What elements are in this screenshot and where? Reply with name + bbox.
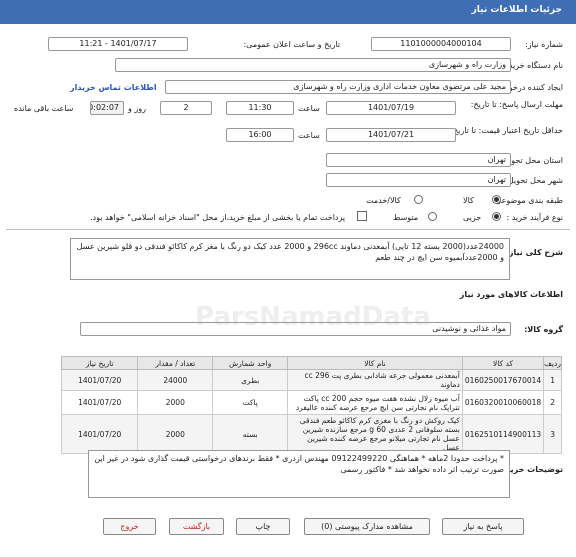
buyer-notes-box: * پرداخت حدودا 2ماهه * هماهنگی 091224992…: [88, 450, 510, 498]
deadline-date-field: 1401/07/19: [326, 101, 456, 115]
deadline-time-field: 11:30: [226, 101, 294, 115]
header-need-date: تاریخ نیاز: [60, 356, 139, 370]
item-quantity: 2000: [137, 390, 214, 415]
row-number: 3: [543, 414, 562, 454]
table-row: 2 0160320010060018 آب میوه زلال نشده هفت…: [60, 390, 562, 415]
buyer-contact-link[interactable]: اطلاعات تماس خریدار: [70, 83, 157, 92]
treasury-payment-note: پرداخت تمام یا بخشی از مبلغ خرید،از محل …: [90, 213, 346, 222]
item-name: آب میوه زلال نشده هفت میوه حجم 200 cc پا…: [287, 390, 463, 415]
announce-date-field: 1401/07/17 - 11:21: [48, 37, 188, 51]
need-number-field: 1101000004000104: [371, 37, 511, 51]
header-unit: واحد شمارش: [212, 356, 289, 370]
days-field: 2: [160, 101, 212, 115]
validity-time-field: 16:00: [226, 128, 294, 142]
page-title: جزئیات اطلاعات نیاز: [471, 5, 562, 15]
need-description-label: شرح کلی نیاز:: [505, 248, 563, 257]
table-row: 1 0160250017670014 آبمعدنی معمولی جرعه ش…: [60, 369, 562, 391]
table-header-row: ردیف کد کالا نام کالا واحد شمارش تعداد /…: [60, 356, 562, 370]
item-code: 0162510114900113: [461, 414, 545, 454]
item-name: کیک روکش دو رنگ با مغزی کرم کاکائو طعم ف…: [287, 414, 463, 454]
need-number-label: شماره نیاز:: [525, 40, 563, 49]
process-small-radio[interactable]: [492, 212, 501, 221]
item-name: آبمعدنی معمولی جرعه شادابی بطری پت 296 c…: [287, 369, 463, 391]
back-button[interactable]: بازگشت: [169, 518, 224, 535]
row-number: 2: [543, 390, 562, 415]
need-description-text: 24000عدد(2000 بسته 12 تایی) آبمعدنی دماو…: [76, 242, 504, 262]
item-quantity: 2000: [137, 414, 214, 454]
city-label: شهر محل تحویل:: [505, 176, 563, 185]
days-label: روز و: [128, 104, 146, 113]
buyer-org-field: وزارت راه و شهرسازی: [115, 58, 511, 72]
section-divider: [6, 229, 570, 230]
reply-to-need-button[interactable]: پاسخ به نیاز: [442, 518, 524, 535]
category-goods-label: کالا: [463, 196, 474, 205]
item-need-date: 1401/07/20: [60, 414, 139, 454]
announce-date-label: تاریخ و ساعت اعلان عمومی:: [243, 40, 340, 49]
goods-table: ردیف کد کالا نام کالا واحد شمارش تعداد /…: [60, 356, 562, 454]
view-attachments-button[interactable]: مشاهده مدارک پیوستی (0): [304, 518, 430, 535]
process-small-label: جزیی: [463, 213, 482, 222]
remaining-time-field: 00:02:07: [90, 101, 124, 115]
need-description-box: 24000عدد(2000 بسته 12 تایی) آبمعدنی دماو…: [70, 238, 510, 280]
category-goods-service-radio[interactable]: [414, 195, 423, 204]
category-goods-service-label: کالا/خدمت: [366, 196, 401, 205]
buyer-notes-text: * پرداخت حدودا 2ماهه * هماهنگی 091224992…: [94, 454, 504, 474]
category-label: طبقه بندی موضوعی:: [492, 196, 563, 205]
header-quantity: تعداد / مقدار: [137, 356, 214, 370]
item-code: 0160320010060018: [461, 390, 545, 415]
process-type-label: نوع فرآیند خرید :: [506, 213, 563, 222]
creator-field: مجید علی مرتضوی معاون خدمات اداری وزارت …: [165, 80, 511, 94]
process-medium-label: متوسط: [393, 213, 419, 222]
process-medium-radio[interactable]: [428, 212, 437, 221]
validity-date-field: 1401/07/21: [326, 128, 456, 142]
item-unit: بسته: [212, 414, 289, 454]
price-validity-label: حداقل تاریخ اعتبار قیمت: تا تاریخ:: [450, 126, 563, 135]
remaining-time-label: ساعت باقی مانده: [14, 104, 74, 113]
header-item-name: نام کالا: [287, 356, 463, 370]
header-row-number: ردیف: [543, 356, 562, 370]
watermark-logo: ParsNamadData: [195, 302, 431, 332]
page-header: جزئیات اطلاعات نیاز: [0, 0, 576, 24]
goods-info-title: اطلاعات کالاهای مورد نیاز: [459, 290, 563, 299]
header-item-code: کد کالا: [461, 356, 545, 370]
item-unit: پاکت: [212, 390, 289, 415]
item-code: 0160250017670014: [461, 369, 545, 391]
item-quantity: 24000: [137, 369, 214, 391]
treasury-payment-checkbox[interactable]: [357, 211, 367, 221]
item-need-date: 1401/07/20: [60, 369, 139, 391]
row-number: 1: [543, 369, 562, 391]
province-field: تهران: [326, 153, 511, 167]
table-row: 3 0162510114900113 کیک روکش دو رنگ با مغ…: [60, 414, 562, 454]
goods-group-label: گروه کالا:: [524, 325, 563, 334]
city-field: تهران: [326, 173, 511, 187]
deadline-label: مهلت ارسال پاسخ: تا تاریخ:: [470, 100, 563, 109]
exit-button[interactable]: خروج: [103, 518, 156, 535]
print-button[interactable]: چاپ: [236, 518, 290, 535]
deadline-time-label: ساعت: [298, 104, 320, 113]
item-unit: بطری: [212, 369, 289, 391]
item-need-date: 1401/07/20: [60, 390, 139, 415]
category-goods-radio[interactable]: [492, 195, 501, 204]
validity-time-label: ساعت: [298, 131, 320, 140]
